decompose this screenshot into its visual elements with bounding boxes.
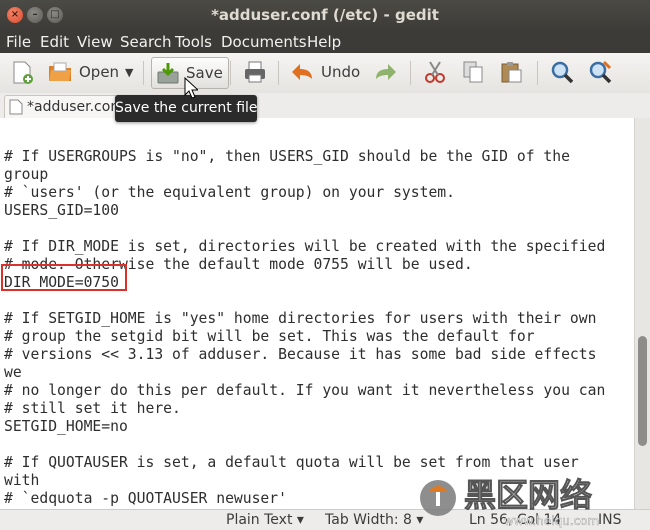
toolbar: Open ▼ Save Undo [0, 53, 650, 94]
menu-edit[interactable]: Edit [40, 33, 69, 51]
dir-mode-highlight-box [1, 264, 127, 291]
find-replace-button[interactable] [587, 57, 613, 87]
toolbar-separator [410, 61, 411, 85]
print-button[interactable] [242, 57, 268, 87]
paste-icon [501, 62, 522, 83]
code-view[interactable]: # If USERGROUPS is "no", then USERS_GID … [4, 118, 605, 508]
window-title: *adduser.conf (/etc) - gedit [211, 6, 439, 24]
toolbar-separator [230, 61, 231, 85]
copy-icon [463, 61, 483, 83]
scissors-icon [425, 61, 445, 83]
menu-view[interactable]: View [77, 33, 113, 51]
watermark-url: www.heiqu.com [504, 514, 599, 528]
save-icon [157, 63, 179, 84]
language-selector[interactable]: Plain Text ▾ [226, 512, 304, 528]
menu-help[interactable]: Help [307, 33, 341, 51]
code-line: # If USERGROUPS is "no", then USERS_GID … [4, 148, 570, 165]
copy-button[interactable] [460, 57, 486, 87]
code-line: # `users' (or the equivalent group) on y… [4, 184, 455, 201]
code-line: # versions << 3.13 of adduser. Because i… [4, 346, 597, 363]
code-line: SETGID_HOME=no [4, 418, 128, 435]
undo-arrow-icon [292, 64, 312, 80]
code-line: USERS_GID=100 [4, 202, 119, 219]
menu-search[interactable]: Search [120, 33, 172, 51]
print-icon [245, 61, 265, 83]
search-replace-icon [589, 60, 612, 84]
open-recent-dropdown[interactable]: ▼ [125, 57, 133, 87]
tab-adduser-conf[interactable]: *adduser.conf [4, 95, 126, 118]
toolbar-separator [278, 61, 279, 85]
scrollbar-thumb[interactable] [638, 336, 647, 446]
watermark: 黑区网络 www.heiqu.com [418, 462, 650, 530]
menu-tools[interactable]: Tools [175, 33, 212, 51]
chevron-down-icon: ▼ [125, 65, 134, 79]
mouse-pointer-icon [184, 77, 198, 99]
paste-button[interactable] [498, 57, 524, 87]
tab-width-selector[interactable]: Tab Width: 8 ▾ [325, 512, 423, 528]
search-icon [551, 61, 574, 84]
redo-button[interactable] [372, 57, 398, 87]
code-line: # no longer do this per default. If you … [4, 382, 606, 399]
watermark-text: 黑区网络 [464, 476, 592, 514]
cut-button[interactable] [422, 57, 448, 87]
vertical-scrollbar[interactable] [634, 118, 650, 509]
code-line: group [4, 166, 49, 183]
find-button[interactable] [549, 57, 575, 87]
undo-label: Undo [321, 63, 361, 81]
code-line: # If SETGID_HOME is "yes" home directori… [4, 310, 597, 327]
watermark-logo: 黑区网络 www.heiqu.com [420, 476, 599, 528]
new-document-icon [13, 61, 33, 84]
document-tabs: *adduser.conf [0, 93, 650, 119]
menu-file[interactable]: File [6, 33, 31, 51]
code-line: # still set it here. [4, 400, 181, 417]
menu-bar: File Edit View Search Tools Documents He… [0, 31, 650, 53]
save-tooltip: Save the current file [115, 95, 258, 122]
toolbar-separator [143, 61, 144, 85]
open-button[interactable]: Open [47, 57, 119, 87]
folder-open-icon [49, 62, 71, 81]
code-line: # If DIR_MODE is set, directories will b… [4, 238, 606, 255]
code-line: we [4, 364, 22, 381]
undo-button[interactable]: Undo [290, 57, 360, 87]
redo-arrow-icon [376, 64, 396, 80]
gedit-window: × – □ *adduser.conf (/etc) - gedit File … [0, 0, 650, 530]
toolbar-separator [537, 61, 538, 85]
tab-label: *adduser.conf [27, 99, 125, 115]
title-bar: × – □ *adduser.conf (/etc) - gedit [0, 0, 650, 31]
code-line: # group the setgid bit will be set. This… [4, 328, 535, 345]
open-label: Open [79, 63, 120, 81]
text-file-icon [9, 99, 23, 115]
text-editor[interactable]: # If USERGROUPS is "no", then USERS_GID … [0, 118, 634, 509]
new-document-button[interactable] [9, 57, 35, 87]
menu-documents[interactable]: Documents [221, 33, 307, 51]
